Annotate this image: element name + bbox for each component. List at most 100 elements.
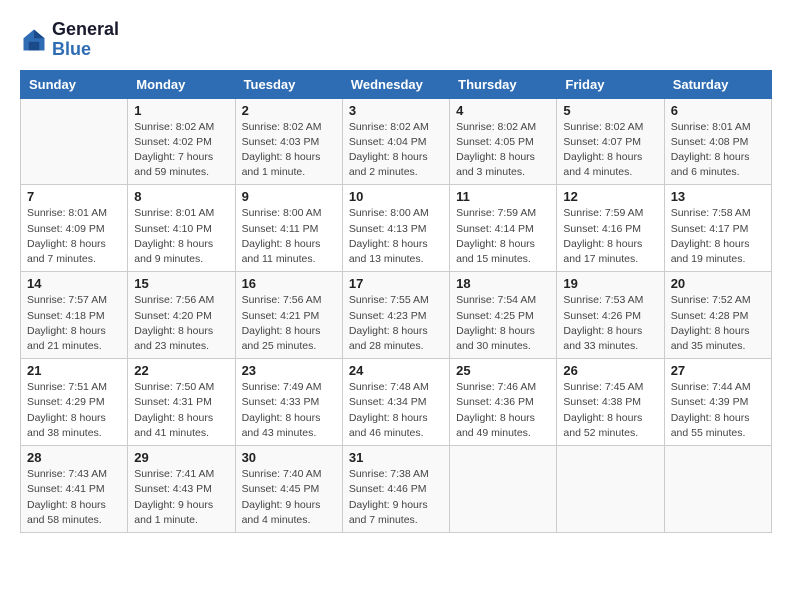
day-number: 8: [134, 189, 228, 204]
calendar-day-cell: 19 Sunrise: 7:53 AM Sunset: 4:26 PM Dayli…: [557, 272, 664, 359]
calendar-day-cell: 11 Sunrise: 7:59 AM Sunset: 4:14 PM Dayli…: [450, 185, 557, 272]
day-number: 2: [242, 103, 336, 118]
day-number: 25: [456, 363, 550, 378]
day-number: 18: [456, 276, 550, 291]
day-of-week-header: Saturday: [664, 70, 771, 98]
day-detail: Sunrise: 7:56 AM Sunset: 4:20 PM Dayligh…: [134, 293, 228, 354]
calendar-day-cell: [664, 446, 771, 533]
day-detail: Sunrise: 7:41 AM Sunset: 4:43 PM Dayligh…: [134, 467, 228, 528]
calendar-day-cell: 4 Sunrise: 8:02 AM Sunset: 4:05 PM Daylig…: [450, 98, 557, 185]
day-detail: Sunrise: 7:56 AM Sunset: 4:21 PM Dayligh…: [242, 293, 336, 354]
day-number: 9: [242, 189, 336, 204]
day-detail: Sunrise: 7:49 AM Sunset: 4:33 PM Dayligh…: [242, 380, 336, 441]
calendar-week-row: 28Sunrise: 7:43 AM Sunset: 4:41 PM Dayli…: [21, 446, 772, 533]
day-detail: Sunrise: 7:43 AM Sunset: 4:41 PM Dayligh…: [27, 467, 121, 528]
calendar-day-cell: 15 Sunrise: 7:56 AM Sunset: 4:20 PM Dayli…: [128, 272, 235, 359]
logo-icon: [20, 26, 48, 54]
day-detail: Sunrise: 7:59 AM Sunset: 4:14 PM Dayligh…: [456, 206, 550, 267]
day-detail: Sunrise: 7:58 AM Sunset: 4:17 PM Dayligh…: [671, 206, 765, 267]
day-detail: Sunrise: 7:51 AM Sunset: 4:29 PM Dayligh…: [27, 380, 121, 441]
day-detail: Sunrise: 7:59 AM Sunset: 4:16 PM Dayligh…: [563, 206, 657, 267]
calendar-day-cell: 25 Sunrise: 7:46 AM Sunset: 4:36 PM Dayli…: [450, 359, 557, 446]
day-number: 14: [27, 276, 121, 291]
day-number: 23: [242, 363, 336, 378]
day-number: 21: [27, 363, 121, 378]
day-of-week-header: Tuesday: [235, 70, 342, 98]
day-number: 6: [671, 103, 765, 118]
day-number: 5: [563, 103, 657, 118]
day-of-week-header: Thursday: [450, 70, 557, 98]
day-detail: Sunrise: 7:57 AM Sunset: 4:18 PM Dayligh…: [27, 293, 121, 354]
day-number: 11: [456, 189, 550, 204]
calendar-day-cell: 27 Sunrise: 7:44 AM Sunset: 4:39 PM Dayli…: [664, 359, 771, 446]
day-number: 27: [671, 363, 765, 378]
day-detail: Sunrise: 7:48 AM Sunset: 4:34 PM Dayligh…: [349, 380, 443, 441]
day-detail: Sunrise: 8:01 AM Sunset: 4:09 PM Dayligh…: [27, 206, 121, 267]
calendar-day-cell: 26Sunrise: 7:45 AM Sunset: 4:38 PM Dayli…: [557, 359, 664, 446]
day-detail: Sunrise: 8:02 AM Sunset: 4:04 PM Dayligh…: [349, 120, 443, 181]
day-number: 19: [563, 276, 657, 291]
day-number: 7: [27, 189, 121, 204]
calendar-day-cell: 24 Sunrise: 7:48 AM Sunset: 4:34 PM Dayli…: [342, 359, 449, 446]
calendar-day-cell: 20 Sunrise: 7:52 AM Sunset: 4:28 PM Dayli…: [664, 272, 771, 359]
day-detail: Sunrise: 7:55 AM Sunset: 4:23 PM Dayligh…: [349, 293, 443, 354]
calendar-day-cell: 28Sunrise: 7:43 AM Sunset: 4:41 PM Dayli…: [21, 446, 128, 533]
day-detail: Sunrise: 7:52 AM Sunset: 4:28 PM Dayligh…: [671, 293, 765, 354]
day-number: 10: [349, 189, 443, 204]
day-detail: Sunrise: 8:02 AM Sunset: 4:03 PM Dayligh…: [242, 120, 336, 181]
day-detail: Sunrise: 7:46 AM Sunset: 4:36 PM Dayligh…: [456, 380, 550, 441]
calendar-day-cell: 31 Sunrise: 7:38 AM Sunset: 4:46 PM Dayli…: [342, 446, 449, 533]
day-number: 3: [349, 103, 443, 118]
calendar-day-cell: 18 Sunrise: 7:54 AM Sunset: 4:25 PM Dayli…: [450, 272, 557, 359]
calendar-day-cell: 23 Sunrise: 7:49 AM Sunset: 4:33 PM Dayli…: [235, 359, 342, 446]
calendar-day-cell: 8 Sunrise: 8:01 AM Sunset: 4:10 PM Daylig…: [128, 185, 235, 272]
calendar-week-row: 14 Sunrise: 7:57 AM Sunset: 4:18 PM Dayli…: [21, 272, 772, 359]
calendar-day-cell: 14 Sunrise: 7:57 AM Sunset: 4:18 PM Dayli…: [21, 272, 128, 359]
day-detail: Sunrise: 7:40 AM Sunset: 4:45 PM Dayligh…: [242, 467, 336, 528]
calendar-day-cell: 9 Sunrise: 8:00 AM Sunset: 4:11 PM Daylig…: [235, 185, 342, 272]
calendar-day-cell: 17 Sunrise: 7:55 AM Sunset: 4:23 PM Dayli…: [342, 272, 449, 359]
calendar-week-row: 21 Sunrise: 7:51 AM Sunset: 4:29 PM Dayli…: [21, 359, 772, 446]
page-header: General Blue: [20, 20, 772, 60]
day-detail: Sunrise: 8:01 AM Sunset: 4:08 PM Dayligh…: [671, 120, 765, 181]
day-number: 1: [134, 103, 228, 118]
calendar-header-row: SundayMondayTuesdayWednesdayThursdayFrid…: [21, 70, 772, 98]
day-detail: Sunrise: 8:00 AM Sunset: 4:11 PM Dayligh…: [242, 206, 336, 267]
day-detail: Sunrise: 8:02 AM Sunset: 4:07 PM Dayligh…: [563, 120, 657, 181]
calendar-day-cell: 7 Sunrise: 8:01 AM Sunset: 4:09 PM Daylig…: [21, 185, 128, 272]
day-number: 13: [671, 189, 765, 204]
day-number: 31: [349, 450, 443, 465]
day-detail: Sunrise: 8:02 AM Sunset: 4:02 PM Dayligh…: [134, 120, 228, 181]
day-number: 30: [242, 450, 336, 465]
day-number: 15: [134, 276, 228, 291]
day-number: 29: [134, 450, 228, 465]
day-detail: Sunrise: 8:02 AM Sunset: 4:05 PM Dayligh…: [456, 120, 550, 181]
day-detail: Sunrise: 7:44 AM Sunset: 4:39 PM Dayligh…: [671, 380, 765, 441]
day-detail: Sunrise: 7:54 AM Sunset: 4:25 PM Dayligh…: [456, 293, 550, 354]
calendar-day-cell: 13 Sunrise: 7:58 AM Sunset: 4:17 PM Dayli…: [664, 185, 771, 272]
calendar-day-cell: 30 Sunrise: 7:40 AM Sunset: 4:45 PM Dayli…: [235, 446, 342, 533]
day-detail: Sunrise: 8:00 AM Sunset: 4:13 PM Dayligh…: [349, 206, 443, 267]
calendar-day-cell: 2 Sunrise: 8:02 AM Sunset: 4:03 PM Daylig…: [235, 98, 342, 185]
day-number: 22: [134, 363, 228, 378]
day-detail: Sunrise: 8:01 AM Sunset: 4:10 PM Dayligh…: [134, 206, 228, 267]
logo-text: General Blue: [52, 20, 119, 60]
day-of-week-header: Wednesday: [342, 70, 449, 98]
calendar-day-cell: [21, 98, 128, 185]
calendar-day-cell: 5 Sunrise: 8:02 AM Sunset: 4:07 PM Daylig…: [557, 98, 664, 185]
day-number: 24: [349, 363, 443, 378]
calendar-day-cell: 29 Sunrise: 7:41 AM Sunset: 4:43 PM Dayli…: [128, 446, 235, 533]
day-number: 20: [671, 276, 765, 291]
calendar-day-cell: 1 Sunrise: 8:02 AM Sunset: 4:02 PM Daylig…: [128, 98, 235, 185]
calendar-day-cell: [450, 446, 557, 533]
day-number: 4: [456, 103, 550, 118]
day-detail: Sunrise: 7:53 AM Sunset: 4:26 PM Dayligh…: [563, 293, 657, 354]
logo: General Blue: [20, 20, 119, 60]
calendar-week-row: 7 Sunrise: 8:01 AM Sunset: 4:09 PM Daylig…: [21, 185, 772, 272]
calendar-day-cell: 16Sunrise: 7:56 AM Sunset: 4:21 PM Dayli…: [235, 272, 342, 359]
calendar-week-row: 1 Sunrise: 8:02 AM Sunset: 4:02 PM Daylig…: [21, 98, 772, 185]
calendar-day-cell: 10 Sunrise: 8:00 AM Sunset: 4:13 PM Dayli…: [342, 185, 449, 272]
calendar-day-cell: 22Sunrise: 7:50 AM Sunset: 4:31 PM Dayli…: [128, 359, 235, 446]
day-detail: Sunrise: 7:38 AM Sunset: 4:46 PM Dayligh…: [349, 467, 443, 528]
day-number: 17: [349, 276, 443, 291]
